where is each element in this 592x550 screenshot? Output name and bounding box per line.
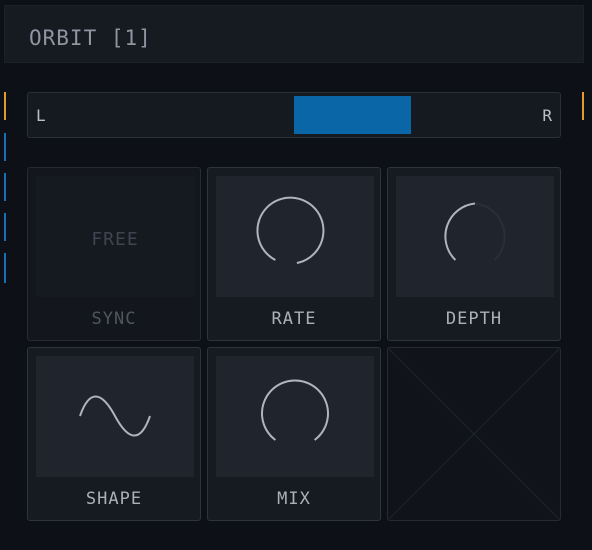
rate-label: RATE	[271, 309, 317, 329]
device-title: ORBIT [1]	[29, 26, 152, 50]
marker-orange-right	[582, 92, 584, 120]
rate-knob[interactable]	[216, 176, 374, 297]
mix-knob-area[interactable]	[216, 356, 374, 477]
pan-slider[interactable]: L R	[27, 92, 561, 138]
rate-control[interactable]: RATE	[207, 167, 381, 341]
mix-control[interactable]: MIX	[207, 347, 381, 521]
depth-knob[interactable]	[396, 176, 554, 297]
pan-left-label: L	[36, 106, 46, 125]
shape-control[interactable]: SHAPE	[27, 347, 201, 521]
sync-value: FREE	[91, 229, 139, 250]
device-header: ORBIT [1]	[4, 5, 584, 63]
marker-orange-left	[4, 92, 6, 120]
depth-control[interactable]: DEPTH	[387, 167, 561, 341]
pan-right-label: R	[542, 106, 552, 125]
mix-label: MIX	[277, 489, 311, 509]
shape-label: SHAPE	[85, 489, 143, 509]
empty-slot-cross-icon	[388, 348, 560, 520]
marker-blue-1	[4, 133, 6, 161]
shape-display[interactable]	[36, 356, 194, 477]
marker-blue-3	[4, 213, 6, 241]
marker-blue-2	[4, 173, 6, 201]
rate-knob-area[interactable]	[216, 176, 374, 297]
marker-blue-4	[4, 253, 6, 283]
sync-label: SYNC	[91, 309, 137, 329]
mix-knob[interactable]	[216, 356, 374, 477]
pan-slider-fill[interactable]	[294, 96, 412, 134]
sine-wave-icon	[79, 395, 151, 437]
sync-control[interactable]: FREE SYNC	[27, 167, 201, 341]
empty-slot[interactable]	[387, 347, 561, 521]
depth-knob-area[interactable]	[396, 176, 554, 297]
sync-display[interactable]: FREE	[36, 176, 194, 297]
depth-label: DEPTH	[445, 309, 503, 329]
